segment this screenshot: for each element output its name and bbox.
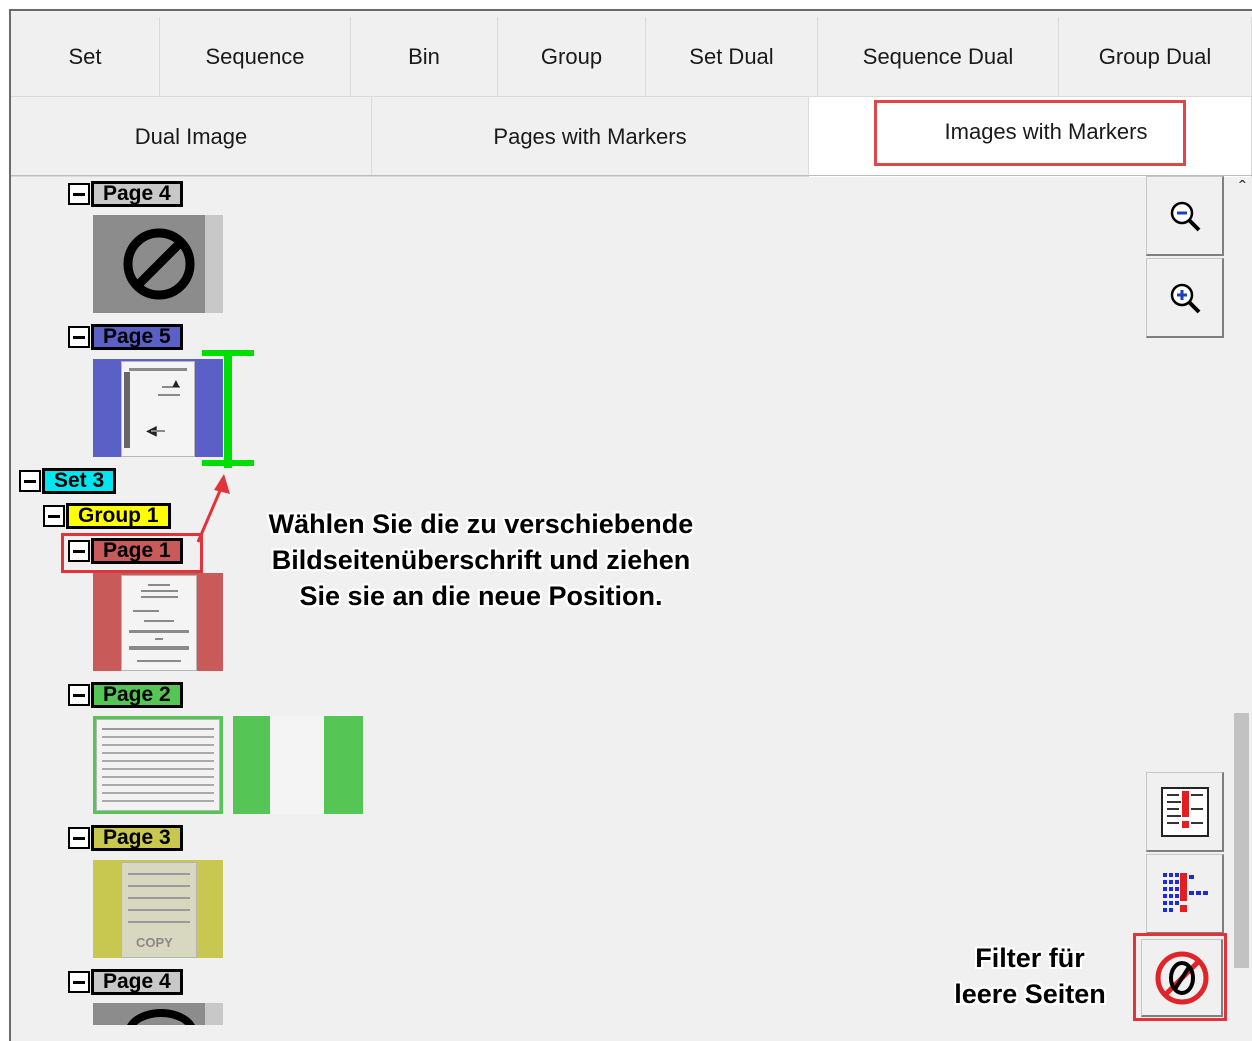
- thumbnail-page-3[interactable]: COPY: [93, 860, 223, 958]
- empty-page-filter-icon: [1155, 951, 1208, 1004]
- collapse-icon[interactable]: [43, 505, 65, 527]
- tree-node-page-4-top[interactable]: Page 4: [68, 181, 183, 207]
- tab-sequence[interactable]: Sequence: [160, 17, 351, 97]
- marker-grid-icon: [1162, 872, 1208, 912]
- tab-images-with-markers-label: Images with Markers: [873, 100, 1187, 166]
- copy-stamp: COPY: [136, 935, 173, 950]
- collapse-icon[interactable]: [68, 827, 90, 849]
- tree-node-page-3[interactable]: Page 3: [68, 825, 183, 851]
- collapse-icon[interactable]: [68, 183, 90, 205]
- collapse-icon[interactable]: [19, 470, 41, 492]
- zoom-in-icon: [1170, 283, 1200, 313]
- scroll-up-icon[interactable]: ˆ: [1233, 178, 1252, 200]
- tab-dual-image[interactable]: Dual Image: [11, 97, 372, 177]
- marker-list-button[interactable]: [1146, 772, 1224, 852]
- marker-grid-button[interactable]: [1146, 854, 1224, 934]
- marker-list-icon: [1160, 786, 1209, 837]
- tree-node-group-1[interactable]: Group 1: [43, 503, 171, 529]
- drag-instruction-callout: Wählen Sie die zu verschiebende Bildseit…: [253, 506, 709, 614]
- tab-row-top: Set Sequence Bin Group Set Dual Sequence…: [11, 17, 1252, 97]
- tab-sequence-dual[interactable]: Sequence Dual: [818, 17, 1059, 97]
- scrollbar-thumb[interactable]: [1234, 713, 1249, 968]
- tree-node-set-3[interactable]: Set 3: [19, 468, 117, 494]
- tree-node-page-2[interactable]: Page 2: [68, 682, 183, 708]
- group-header-label[interactable]: Group 1: [66, 503, 171, 529]
- thumbnail-page-2-front[interactable]: [93, 716, 223, 814]
- tab-bin[interactable]: Bin: [351, 17, 498, 97]
- zoom-out-icon: [1170, 201, 1200, 231]
- tab-images-with-markers[interactable]: Images with Markers: [809, 97, 1252, 177]
- thumbnail-page-2-back[interactable]: [233, 716, 363, 814]
- page-header-label[interactable]: Page 3: [91, 825, 183, 851]
- page-header-label[interactable]: Page 4: [91, 969, 183, 995]
- tree-node-page-5[interactable]: Page 5: [68, 324, 183, 350]
- tab-group-dual[interactable]: Group Dual: [1059, 17, 1252, 97]
- page-header-label[interactable]: Page 2: [91, 682, 183, 708]
- collapse-icon[interactable]: [68, 540, 90, 562]
- thumbnail-empty-page[interactable]: [93, 215, 223, 313]
- empty-page-icon: [123, 228, 195, 300]
- tree-node-page-1[interactable]: Page 1: [68, 538, 183, 564]
- zoom-in-button[interactable]: [1146, 258, 1224, 338]
- page-header-label[interactable]: Page 5: [91, 324, 183, 350]
- tab-set-dual[interactable]: Set Dual: [646, 17, 818, 97]
- tab-set[interactable]: Set: [11, 17, 160, 97]
- collapse-icon[interactable]: [68, 684, 90, 706]
- collapse-icon[interactable]: [68, 326, 90, 348]
- filter-callout: Filter für leere Seiten: [944, 940, 1116, 1012]
- zoom-out-button[interactable]: [1146, 176, 1224, 256]
- thumbnail-empty-page-bottom[interactable]: [93, 1003, 223, 1025]
- callout-line: Sie sie an die neue Position.: [299, 581, 663, 611]
- tab-pages-with-markers[interactable]: Pages with Markers: [372, 97, 809, 177]
- content-divider: [11, 175, 1252, 176]
- empty-page-filter-button[interactable]: [1141, 939, 1223, 1017]
- drop-position-indicator: [202, 350, 254, 468]
- collapse-icon[interactable]: [68, 971, 90, 993]
- tree-node-page-4-bottom[interactable]: Page 4: [68, 969, 183, 995]
- set-header-label[interactable]: Set 3: [42, 468, 117, 494]
- callout-line: Filter für: [975, 943, 1085, 973]
- callout-line: Bildseitenüberschrift und ziehen: [271, 545, 691, 575]
- callout-line: leere Seiten: [954, 979, 1106, 1009]
- tab-row-bottom: Dual Image Pages with Markers Images wit…: [11, 97, 1252, 177]
- tab-group[interactable]: Group: [498, 17, 646, 97]
- drag-arrow: [196, 474, 230, 543]
- page-header-label[interactable]: Page 1: [91, 538, 183, 564]
- callout-line: Wählen Sie die zu verschiebende: [268, 509, 694, 539]
- page-header-label[interactable]: Page 4: [91, 181, 183, 207]
- thumbnail-page-1[interactable]: [93, 573, 223, 671]
